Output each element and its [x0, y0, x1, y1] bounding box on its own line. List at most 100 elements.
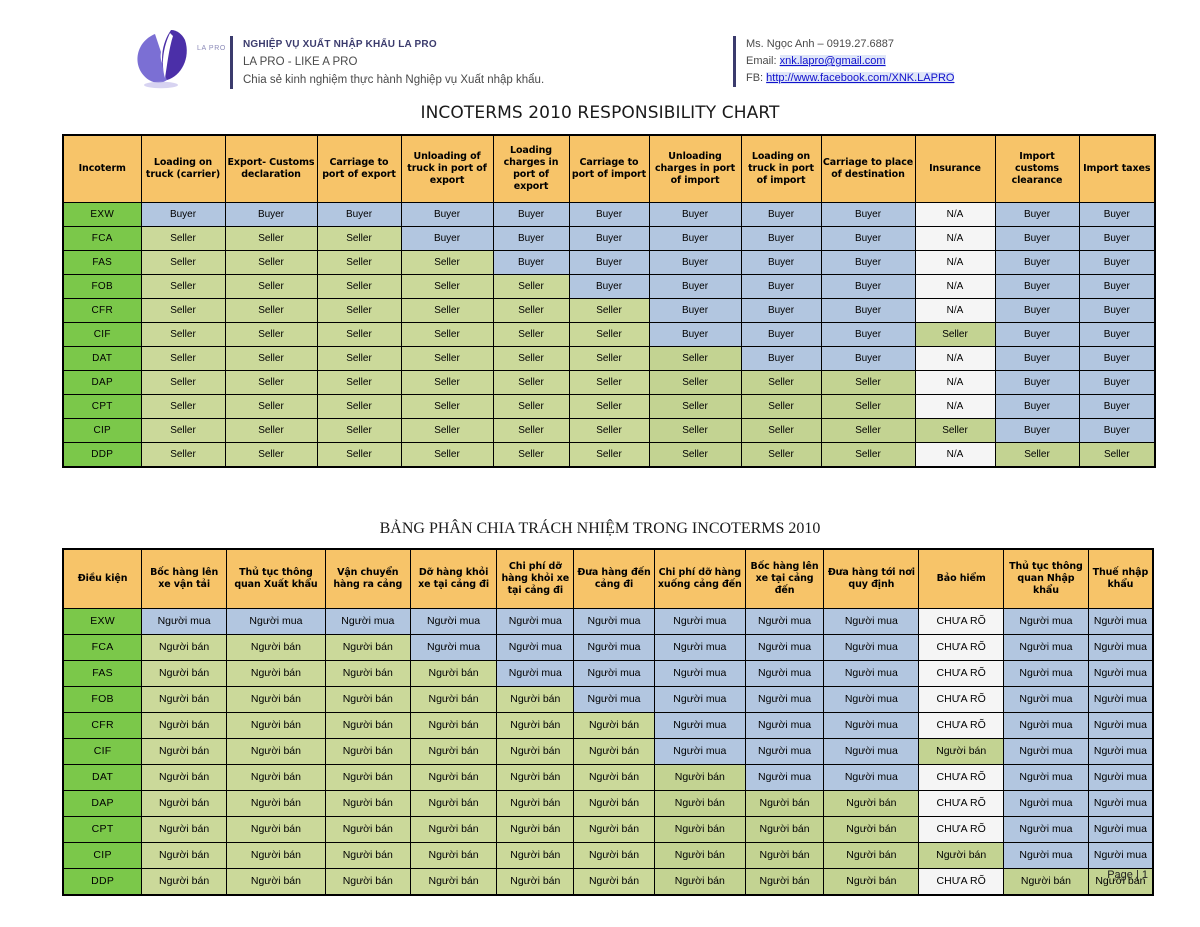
dieukien-cell: CHƯA RÕ [918, 790, 1005, 817]
dieukien-cell: Người mua [823, 764, 920, 791]
dieukien-cell: Người bán [409, 686, 498, 713]
incoterm-cell: Seller [820, 370, 916, 395]
dieukien-cell: Người bán [324, 738, 411, 765]
dieukien-cell: Người mua [1003, 660, 1089, 687]
dieukien-cell: Người mua [744, 764, 825, 791]
dieukien-col-header-1: Bốc hàng lên xe vận tải [141, 548, 227, 609]
table1-header-row: Incoterm Loading on truck (carrier) Export… [62, 134, 1156, 203]
dieukien-cell: Người mua [1087, 712, 1154, 739]
table-row: FOB Seller Seller Seller Seller Seller Buyer Bu… [62, 274, 1156, 299]
email-link[interactable]: xnk.lapro@gmail.com [779, 55, 886, 67]
dieukien-cell: Người bán [409, 868, 498, 896]
incoterm-term-cell: CFR [62, 298, 142, 323]
dieukien-cell: Người mua [1003, 738, 1089, 765]
dieukien-cell: Người mua [409, 634, 498, 661]
incoterm-cell: Seller [492, 442, 570, 468]
dieukien-cell: Người mua [1087, 842, 1154, 869]
incoterm-term-cell: DAT [62, 346, 142, 371]
incoterm-cell: N/A [914, 298, 996, 323]
dieukien-col-header-9: Đưa hàng tới nơi quy định [823, 548, 920, 609]
incoterm-cell: Seller [568, 394, 650, 419]
incoterm-cell: N/A [914, 370, 996, 395]
table-row: DAP Người bán Người bán Người bán Người bán N… [62, 790, 1154, 817]
dieukien-term-cell: FAS [62, 660, 143, 687]
incoterm-cell: Buyer [568, 274, 650, 299]
dieukien-cell: CHƯA RÕ [918, 608, 1005, 635]
incoterm-cell: Buyer [994, 274, 1080, 299]
dieukien-cell: Người bán [573, 764, 655, 791]
incoterm-cell: Seller [400, 442, 494, 468]
dieukien-cell: Người bán [225, 764, 326, 791]
incoterm-cell: Buyer [994, 370, 1080, 395]
dieukien-cell: Người bán [744, 790, 825, 817]
dieukien-cell: Người bán [141, 816, 227, 843]
incoterm-cell: Buyer [492, 226, 570, 251]
dieukien-col-header-12: Thuế nhập khẩu [1087, 548, 1154, 609]
incoterm-cell: Seller [568, 298, 650, 323]
dieukien-cell: Người bán [823, 868, 920, 896]
incoterm-cell: Seller [492, 418, 570, 443]
incoterm-cell: Seller [224, 346, 318, 371]
dieukien-cell: Người mua [823, 634, 920, 661]
dieukien-cell: Người mua [496, 634, 575, 661]
incoterm-cell: Seller [140, 418, 226, 443]
dieukien-cell: Người mua [225, 608, 326, 635]
incoterm-term-cell: FAS [62, 250, 142, 275]
dieukien-cell: Người bán [653, 764, 746, 791]
dieukien-cell: Người mua [324, 608, 411, 635]
incoterm-cell: Seller [914, 418, 996, 443]
incoterm-cell: Seller [740, 394, 822, 419]
dieukien-cell: Người bán [141, 634, 227, 661]
incoterm-cell: Buyer [1078, 322, 1156, 347]
dieukien-col-header-8: Bốc hàng lên xe tại cảng đến [744, 548, 825, 609]
dieukien-cell: Người mua [1087, 790, 1154, 817]
dieukien-cell: Người bán [324, 790, 411, 817]
dieukien-cell: Người bán [141, 868, 227, 896]
incoterm-cell: Buyer [994, 298, 1080, 323]
incoterm-cell: Seller [400, 418, 494, 443]
dieukien-cell: Người mua [1087, 816, 1154, 843]
incoterm-cell: Buyer [740, 274, 822, 299]
dieukien-cell: Người bán [225, 738, 326, 765]
dieukien-cell: Người mua [1087, 608, 1154, 635]
incoterms-trach-nhiem-table: Điều kiện Bốc hàng lên xe vận tải Thủ tục … [62, 548, 1154, 896]
incoterm-cell: Buyer [994, 322, 1080, 347]
incoterm-cell: Buyer [740, 250, 822, 275]
dieukien-cell: CHƯA RÕ [918, 634, 1005, 661]
incoterm-cell: Seller [400, 322, 494, 347]
incoterm-cell: Seller [224, 442, 318, 468]
lapro-leaf-logo-icon: LA PRO [137, 30, 225, 89]
dieukien-cell: Người mua [823, 738, 920, 765]
fb-label: FB: [746, 72, 767, 84]
dieukien-cell: Người mua [1003, 764, 1089, 791]
facebook-link[interactable]: http://www.facebook.com/XNK.LAPRO [766, 72, 955, 84]
incoterm-col-header-10: Insurance [914, 134, 996, 203]
dieukien-cell: Người bán [409, 660, 498, 687]
incoterm-cell: Seller [224, 394, 318, 419]
dieukien-cell: CHƯA RÕ [918, 660, 1005, 687]
incoterm-cell: N/A [914, 250, 996, 275]
dieukien-cell: Người bán [324, 816, 411, 843]
incoterm-cell: Seller [400, 370, 494, 395]
dieukien-cell: Người bán [409, 712, 498, 739]
incoterm-cell: Seller [140, 394, 226, 419]
table-row: DAP Seller Seller Seller Seller Seller Seller S… [62, 370, 1156, 395]
incoterm-cell: N/A [914, 442, 996, 468]
dieukien-cell: Người bán [225, 660, 326, 687]
incoterm-col-header-9: Carriage to place of destination [820, 134, 916, 203]
dieukien-cell: Người mua [744, 660, 825, 687]
incoterm-cell: Seller [994, 442, 1080, 468]
incoterm-cell: Seller [740, 442, 822, 468]
incoterm-col-header-7: Unloading charges in port of import [648, 134, 742, 203]
incoterm-cell: Seller [740, 418, 822, 443]
dieukien-cell: Người bán [653, 842, 746, 869]
incoterm-cell: Buyer [1078, 226, 1156, 251]
incoterm-cell: Buyer [648, 226, 742, 251]
dieukien-cell: Người mua [823, 712, 920, 739]
dieukien-cell: Người mua [1087, 738, 1154, 765]
dieukien-cell: Người bán [324, 686, 411, 713]
dieukien-cell: Người mua [653, 712, 746, 739]
dieukien-cell: Người mua [823, 660, 920, 687]
incoterm-cell: Buyer [1078, 202, 1156, 227]
dieukien-cell: Người bán [1003, 868, 1089, 896]
